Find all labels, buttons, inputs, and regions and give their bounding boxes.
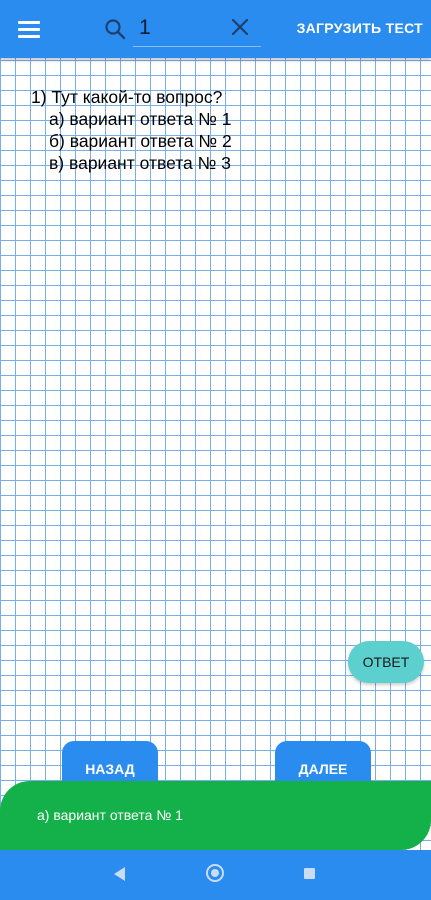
result-panel: а) вариант ответа № 1 (0, 781, 431, 850)
home-circle-icon[interactable] (206, 864, 224, 882)
hamburger-menu-icon[interactable] (18, 16, 44, 42)
result-text: а) вариант ответа № 1 (37, 807, 183, 823)
search-icon (105, 19, 126, 40)
recents-square-icon[interactable] (304, 868, 315, 879)
system-navigation-bar (0, 850, 431, 900)
question-text: 1) Тут какой-то вопрос? (31, 87, 223, 107)
app-toolbar: ЗАГРУЗИТЬ ТЕСТ (0, 0, 431, 58)
answer-option: а) вариант ответа № 1 (49, 109, 232, 129)
close-icon[interactable] (228, 15, 252, 39)
answer-option: б) вариант ответа № 2 (49, 131, 232, 151)
search-input[interactable] (139, 14, 219, 42)
answer-button[interactable]: ОТВЕТ (348, 641, 424, 683)
answer-option: в) вариант ответа № 3 (49, 153, 231, 173)
load-test-button[interactable]: ЗАГРУЗИТЬ ТЕСТ (297, 20, 423, 36)
back-triangle-icon[interactable] (114, 867, 125, 881)
question-block: 1) Тут какой-то вопрос? а) вариант ответ… (31, 86, 232, 174)
